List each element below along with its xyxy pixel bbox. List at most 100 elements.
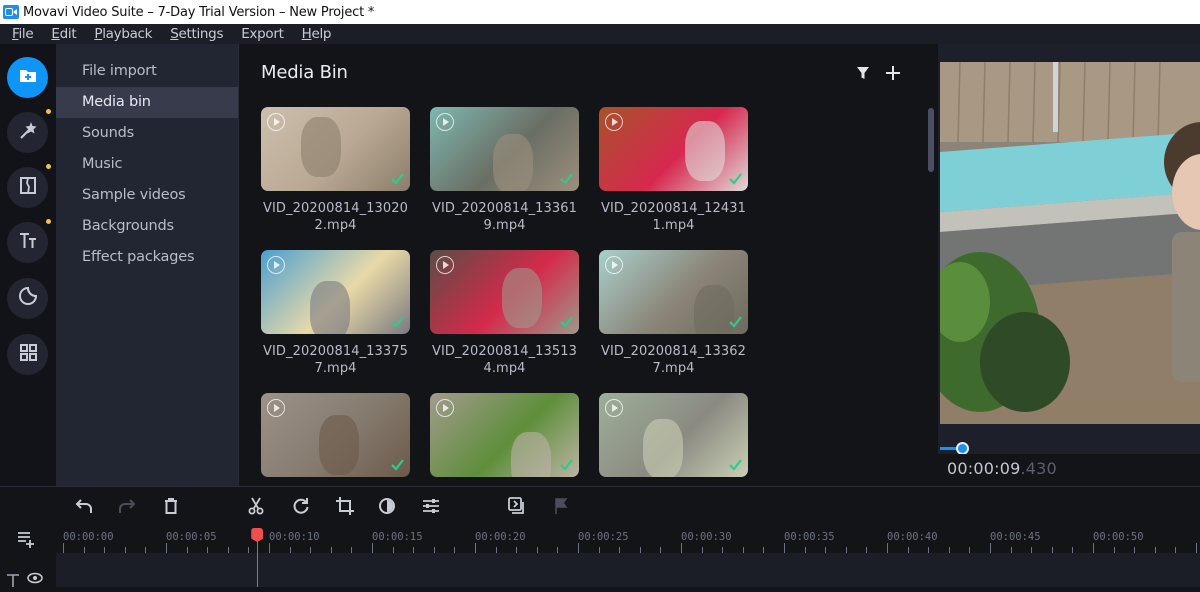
stickers-icon [17,285,39,312]
category-sounds[interactable]: Sounds [56,118,238,149]
play-icon [267,256,285,274]
color-adjust-button[interactable] [376,497,398,519]
crop-icon [335,496,355,521]
media-grid: VID_20200814_130202.mp4 VID_20200814_1336… [261,107,748,486]
play-icon [267,399,285,417]
preview-player: 00:00:09.430 [938,44,1200,486]
menu-edit[interactable]: Edit [51,26,76,42]
play-icon [436,113,454,131]
rail-button-titles[interactable] [7,219,51,263]
media-thumbnail[interactable] [430,393,579,477]
media-filename: VID_20200814_124311.mp4 [600,201,747,233]
text-track-icon [6,573,20,592]
media-thumbnail[interactable] [599,393,748,477]
ruler-label: 00:00:00 [63,531,114,543]
timeline-ruler[interactable]: 00:00:00 00:00:05 00:00:10 00:00:15 00:00:20… [56,527,1200,553]
media-thumbnail[interactable] [261,250,410,334]
menu-label-rest: elp [311,26,332,42]
checkmark-icon [729,315,742,328]
checkmark-icon [729,458,742,471]
menu-settings[interactable]: Settings [170,26,223,42]
media-item[interactable]: VID_20200814_133619.mp4 [430,107,579,234]
ruler-label: 00:00:50 [1093,531,1144,543]
media-thumbnail[interactable] [599,250,748,334]
title-bar: Movavi Video Suite – 7-Day Trial Version… [0,0,1200,24]
media-item[interactable]: VID_20200814_133627.mp4 [599,250,748,377]
transition-wizard-button[interactable] [506,496,528,519]
add-track-icon[interactable] [16,529,38,554]
magic-wand-icon [17,119,39,146]
more-tools-icon [17,341,39,368]
media-bin-panel: Media Bin VID_20200814_130202.mp4 VID_202… [238,44,938,486]
plus-icon[interactable] [884,64,902,87]
playhead-line [256,541,259,587]
media-bin-scrollbar[interactable] [928,108,934,172]
preview-scrubber[interactable] [938,442,1200,455]
menu-help[interactable]: Help [302,26,332,42]
playhead-handle[interactable] [251,528,264,542]
media-thumbnail[interactable] [430,250,579,334]
window-title: Movavi Video Suite – 7-Day Trial Version… [23,4,375,20]
media-filename: VID_20200814_130202.mp4 [262,201,409,233]
undo-button[interactable] [73,497,95,519]
rail-button-import[interactable] [7,57,48,98]
rail-button-stickers[interactable] [7,278,48,319]
media-filename: VID_20200814_133757.mp4 [262,344,409,376]
media-thumbnail[interactable] [430,107,579,191]
rail-button-transitions[interactable] [7,164,51,208]
contrast-icon [377,496,397,521]
checkmark-icon [391,458,404,471]
category-music[interactable]: Music [56,149,238,180]
clip-properties-button[interactable] [420,497,442,519]
timeline-track[interactable] [56,553,1200,587]
ruler-tick [784,543,785,553]
checkmark-icon [560,458,573,471]
menu-file[interactable]: File [12,26,34,42]
delete-button[interactable] [160,497,182,519]
menu-playback[interactable]: Playback [94,26,152,42]
redo-button [116,497,138,519]
media-item[interactable]: VID_20200814_135134.mp4 [430,250,579,377]
media-thumbnail[interactable] [261,393,410,477]
notification-dot [46,109,51,114]
play-icon [267,113,285,131]
menu-export[interactable]: Export [241,26,284,42]
rail-button-magic-wand[interactable] [7,109,51,153]
media-thumbnail[interactable] [261,107,410,191]
media-item[interactable]: VID_20200814_13414 [430,393,579,486]
ruler-label: 00:00:35 [784,531,835,543]
media-item[interactable]: VID_20200814_13405 [599,393,748,486]
menu-bar: File Edit Playback Settings Export Help [0,24,1200,44]
filter-icon[interactable] [854,64,872,87]
category-effect-packages[interactable]: Effect packages [56,242,238,273]
ruler-label: 00:00:15 [372,531,423,543]
crop-button[interactable] [334,496,356,521]
checkmark-icon [391,172,404,185]
category-sample-videos[interactable]: Sample videos [56,180,238,211]
category-media-bin[interactable]: Media bin [56,87,238,118]
media-item[interactable]: VID_20200814_124311.mp4 [599,107,748,234]
ruler-label: 00:00:30 [681,531,732,543]
ruler-tick [372,543,373,553]
play-icon [605,113,623,131]
play-icon [436,399,454,417]
split-button[interactable] [245,497,267,519]
category-file-import[interactable]: File import [56,56,238,87]
ruler-tick [578,543,579,553]
ruler-label: 00:00:25 [578,531,629,543]
timecode-main: 00:00:09 [947,459,1021,478]
media-filename: VID_20200814_133627.mp4 [600,344,747,376]
rail-button-more-tools[interactable] [7,334,48,375]
timeline-playhead[interactable] [251,527,264,587]
notification-dot [46,219,51,224]
menu-label-rest: dit [59,26,77,42]
media-item[interactable]: VID_20200814_12491 [261,393,410,486]
eye-icon[interactable] [27,571,43,589]
preview-video-frame[interactable] [940,62,1200,424]
media-item[interactable]: VID_20200814_130202.mp4 [261,107,410,234]
rotate-button[interactable] [290,497,312,519]
category-backgrounds[interactable]: Backgrounds [56,211,238,242]
media-item[interactable]: VID_20200814_133757.mp4 [261,250,410,377]
media-thumbnail[interactable] [599,107,748,191]
play-icon [605,399,623,417]
